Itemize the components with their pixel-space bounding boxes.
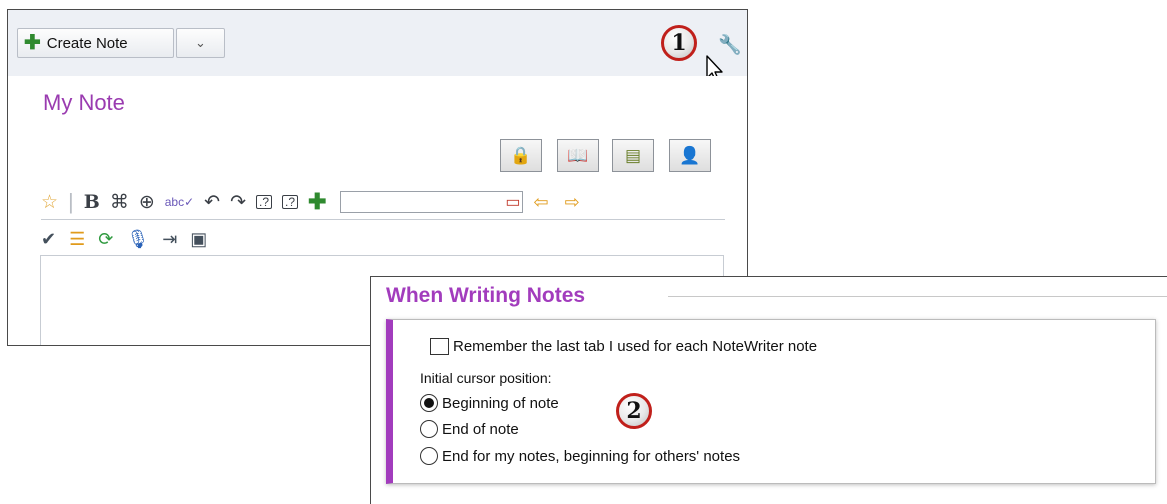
radio-end-for-my-notes[interactable]: End for my notes, beginning for others' … [420, 447, 740, 465]
form-button[interactable]: ▤ [612, 139, 654, 172]
add-icon[interactable]: ✚ [308, 191, 326, 213]
create-note-dropdown-button[interactable]: ⌄ [176, 28, 225, 58]
book-button[interactable]: 📖 [557, 139, 599, 172]
settings-panel: When Writing Notes Remember the last tab… [370, 276, 1167, 504]
help-list-icon[interactable]: .? [282, 195, 299, 209]
list-arrow-icon[interactable]: ☰ [69, 230, 85, 248]
zoom-in-icon[interactable]: ⊕ [139, 193, 155, 212]
plus-icon: ✚ [24, 32, 41, 54]
user-button[interactable]: 👤 [669, 139, 711, 172]
section-divider [668, 296, 1167, 297]
radio-button[interactable] [420, 420, 438, 438]
star-icon[interactable]: ☆ [41, 193, 58, 212]
chevron-down-icon: ⌄ [195, 35, 206, 50]
arrow-right-icon[interactable]: ⇨ [565, 193, 580, 211]
radio-button-selected[interactable] [420, 394, 438, 412]
arrow-left-icon[interactable]: ⇦ [533, 193, 548, 211]
radio-end-of-note[interactable]: End of note [420, 420, 519, 438]
refresh-icon[interactable]: ⟳ [98, 230, 113, 248]
user-icon: 👤 [679, 145, 701, 165]
spell-check-icon[interactable]: abc✓ [165, 196, 194, 208]
radio-beginning-of-note[interactable]: Beginning of note [420, 394, 559, 412]
redo-icon[interactable]: ↷ [230, 193, 246, 212]
radio-label: Beginning of note [442, 394, 559, 412]
options-group: Remember the last tab I used for each No… [386, 319, 1156, 484]
create-note-button[interactable]: ✚ Create Note [17, 28, 174, 58]
callout-1-number: 1 [671, 30, 687, 56]
date-input[interactable]: ▭ [340, 191, 524, 213]
radio-label: End of note [442, 420, 519, 438]
remember-tab-option[interactable]: Remember the last tab I used for each No… [430, 338, 817, 355]
cursor-position-label: Initial cursor position: [420, 370, 552, 386]
lock-button[interactable]: 🔒 [500, 139, 542, 172]
remember-tab-label: Remember the last tab I used for each No… [453, 338, 818, 355]
check-forward-icon[interactable]: ✔ [41, 230, 56, 248]
note-title: My Note [43, 90, 125, 115]
radio-label: End for my notes, beginning for others' … [442, 447, 741, 465]
image-icon[interactable]: ▣ [190, 230, 207, 248]
book-icon: 📖 [567, 145, 589, 165]
microphone-icon[interactable]: 🎙 [126, 230, 149, 248]
callout-badge-2: 2 [616, 393, 652, 429]
binoculars-icon[interactable]: ⌘ [110, 193, 129, 212]
toolbar-divider: | [68, 189, 74, 214]
callout-2-number: 2 [626, 398, 642, 424]
import-icon[interactable]: ⇥ [162, 230, 177, 248]
secondary-toolbar: ✔ ☰ ⟳ 🎙 ⇥ ▣ [41, 230, 220, 248]
remember-tab-checkbox[interactable] [430, 338, 449, 355]
create-note-label: Create Note [46, 34, 128, 52]
section-title: When Writing Notes [386, 284, 586, 307]
help-icon[interactable]: .? [256, 195, 273, 209]
calendar-icon[interactable]: ▭ [505, 192, 520, 212]
bold-icon[interactable]: B [84, 192, 100, 212]
radio-button[interactable] [420, 447, 438, 465]
undo-icon[interactable]: ↶ [204, 193, 220, 212]
callout-badge-1: 1 [661, 25, 697, 61]
formatting-toolbar: ☆ | B ⌘ ⊕ abc✓ ↶ ↷ .? .? ✚ ▭ ⇦ ⇨ [41, 186, 725, 218]
toolbar-divider-line [41, 219, 725, 220]
form-icon: ▤ [624, 145, 642, 165]
lock-icon: 🔒 [510, 145, 532, 165]
